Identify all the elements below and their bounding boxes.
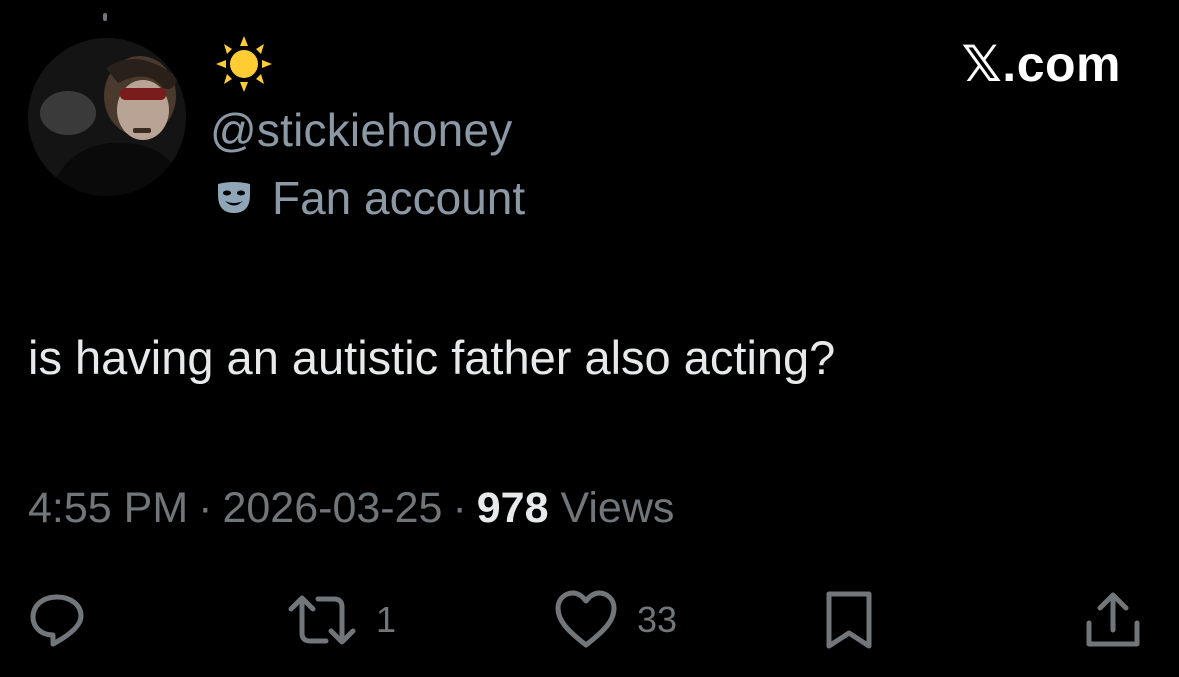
tweet-card: @stickiehoney Fan account 𝕏.com is havin… bbox=[0, 0, 1179, 677]
tweet-text: is having an autistic father also acting… bbox=[28, 331, 836, 384]
sun-icon bbox=[216, 36, 272, 92]
display-name[interactable] bbox=[212, 34, 276, 94]
theater-mask-icon bbox=[218, 182, 250, 213]
action-bar: 1 33 bbox=[0, 585, 1179, 655]
share-icon bbox=[1086, 592, 1140, 647]
retweet-count: 1 bbox=[376, 599, 397, 640]
tweet-date[interactable]: 2026-03-25 bbox=[222, 484, 442, 532]
like-count: 33 bbox=[637, 599, 678, 640]
meta-separator: · bbox=[198, 484, 213, 532]
bookmark-button[interactable] bbox=[823, 585, 875, 655]
top-divider-mark bbox=[103, 13, 107, 21]
heart-icon bbox=[555, 590, 617, 648]
reply-button[interactable] bbox=[26, 585, 88, 655]
views-label: Views bbox=[560, 484, 675, 532]
retweet-icon bbox=[288, 595, 356, 645]
reply-icon bbox=[30, 594, 84, 647]
meta-separator: · bbox=[452, 484, 467, 532]
brand-logo: 𝕏.com bbox=[961, 36, 1121, 92]
retweet-button[interactable]: 1 bbox=[286, 585, 396, 655]
tweet-meta: 4:55 PM · 2026-03-25 · 978 Views bbox=[28, 480, 674, 536]
views-count: 978 bbox=[476, 484, 549, 532]
bookmark-icon bbox=[826, 591, 872, 649]
share-button[interactable] bbox=[1083, 585, 1143, 655]
account-label: Fan account bbox=[216, 170, 525, 226]
avatar[interactable] bbox=[28, 38, 186, 196]
user-handle[interactable]: @stickiehoney bbox=[210, 102, 512, 158]
tweet-time[interactable]: 4:55 PM bbox=[28, 484, 188, 532]
account-label-text: Fan account bbox=[272, 172, 526, 224]
like-button[interactable]: 33 bbox=[553, 585, 677, 655]
